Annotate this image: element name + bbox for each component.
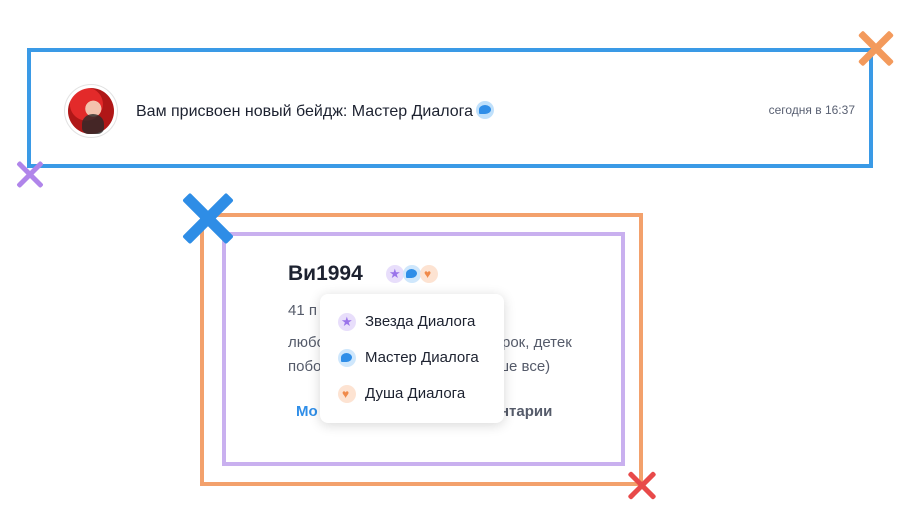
dropdown-item-label: Звезда Диалога [365, 313, 476, 330]
avatar[interactable] [64, 84, 118, 138]
profile-stats: 41 п [288, 302, 317, 319]
notification-time: сегодня в 16:37 [768, 103, 855, 117]
notification-text: Вам присвоен новый бейдж: Мастер Диалога [136, 101, 495, 121]
profile-bio-line2-right: ше все) [497, 358, 551, 375]
heart-icon [338, 385, 356, 403]
heart-badge-icon [420, 265, 438, 283]
avatar-image [68, 88, 114, 134]
chat-bubble-icon [476, 101, 495, 119]
close-icon-purple[interactable] [14, 158, 46, 190]
notification-message: Вам присвоен новый бейдж: Мастер Диалога [136, 103, 474, 120]
profile-bio-line1-right: рок, детек [502, 334, 572, 351]
star-icon [338, 313, 356, 331]
chat-icon [338, 349, 356, 367]
star-badge-icon [386, 265, 404, 283]
profile-bio-line2-left: побо [288, 358, 322, 375]
notification-row[interactable]: Вам присвоен новый бейдж: Мастер Диалога… [64, 84, 856, 138]
badge-dropdown: Звезда Диалога Мастер Диалога Душа Диало… [320, 294, 504, 423]
dropdown-item-label: Мастер Диалога [365, 349, 479, 366]
close-icon-orange[interactable] [856, 28, 896, 68]
profile-username: Ви1994 [288, 262, 363, 285]
chat-badge-icon [403, 265, 421, 283]
profile-badges[interactable] [386, 265, 440, 285]
close-icon-red[interactable] [626, 470, 658, 500]
dropdown-item-star[interactable]: Звезда Диалога [338, 310, 498, 334]
profile-link-comments[interactable]: нтарии [500, 403, 552, 420]
close-icon-blue[interactable] [180, 192, 236, 244]
dropdown-item-chat[interactable]: Мастер Диалога [338, 346, 498, 370]
profile-link-left[interactable]: Мо [296, 403, 318, 420]
dropdown-item-heart[interactable]: Душа Диалога [338, 382, 498, 406]
dropdown-item-label: Душа Диалога [365, 385, 466, 402]
